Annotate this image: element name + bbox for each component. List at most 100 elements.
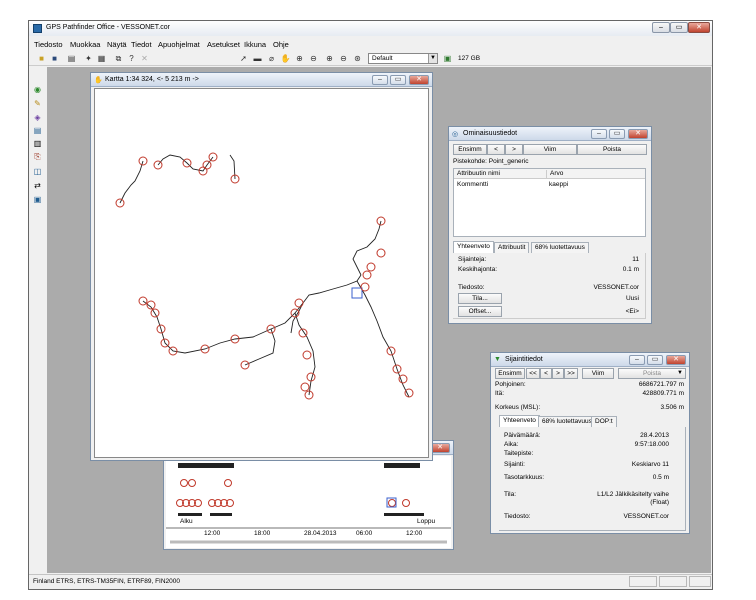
pos-next-button[interactable]: > [552,368,564,379]
pos-delete-button[interactable]: Poista ▼ [618,368,686,379]
timeline-bar [210,513,232,516]
timeline-tick: 18:00 [254,530,271,537]
print-icon[interactable]: ▤ [66,53,77,64]
position-window[interactable]: Sijaintitiedot ▼ – ▭ ✕ Ensimm << < > >> … [490,352,690,534]
pos-first-button[interactable]: Ensimm [495,368,525,379]
app-minimize-button[interactable]: – [652,22,670,33]
menu-tiedosto[interactable]: Tiedosto [34,40,63,49]
pos-height-value: 3.506 m [660,404,685,411]
map-minimize-button[interactable]: – [372,75,388,85]
timeline-close-button[interactable]: ✕ [430,443,450,453]
timeline-tick: 12:00 [406,530,423,537]
map-window[interactable]: Kartta 1:34 324, <- 5 213 m -> ✋ – ▭ ✕ [90,72,433,461]
attr-offset-button[interactable]: Offset... [458,306,502,317]
attr-close-button[interactable]: ✕ [628,129,648,139]
zoom-extent-icon[interactable]: ⊛ [352,53,363,64]
open-folder-icon[interactable]: ■ [36,53,47,64]
pos-state-value-1: L1/L2 Jälkikäsitelty vaihe [597,491,669,498]
pos-file-value: VESSONET.cor [623,513,669,520]
menu-nayta[interactable]: Näytä [107,40,127,49]
status-coordinate-system: Finland ETRS, ETRS-TM35FIN, ETRF89, FIN2… [33,578,181,585]
measure-icon[interactable]: ▬ [252,53,263,64]
timeline-bar [384,463,420,468]
timeline-icon[interactable]: ▥ [32,138,43,149]
attr-row-name[interactable]: Kommentti [457,181,488,189]
export-icon[interactable]: ⎘ [32,151,43,162]
map-canvas[interactable] [94,88,429,458]
pos-endpoint-label: Taitepiste: [504,450,534,457]
grid-icon[interactable]: ▦ [96,53,107,64]
attribute-window[interactable]: Ominaisuustiedot ◎ – ▭ ✕ Ensimm < > Viim… [448,126,652,324]
attr-status-button[interactable]: Tila... [458,293,502,304]
disabled-tool-icon: ✕ [141,54,148,63]
pos-position-value: Keskiarvo 11 [631,461,669,468]
map-close-button[interactable]: ✕ [409,75,429,85]
attr-maximize-button[interactable]: ▭ [609,129,625,139]
zoom-out-icon[interactable]: ⊖ [308,53,319,64]
position-icon[interactable]: ◈ [32,112,43,123]
map-window-icon: ✋ [94,77,103,84]
attr-first-button[interactable]: Ensimm [453,144,487,155]
wizard-icon[interactable]: ✦ [83,53,94,64]
app-close-button[interactable]: ✕ [688,22,710,33]
timeline-end-label: Loppu [417,518,436,525]
gps-icon[interactable]: ◉ [32,84,43,95]
eraser-icon[interactable]: ⌀ [266,53,277,64]
pos-tab-summary[interactable]: Yhteenveto [499,415,540,427]
attr-col-value: Arvo [546,170,563,178]
pan-hand-icon[interactable]: ✋ [280,53,291,64]
selected-point [351,287,363,299]
disk-icon: ▣ [443,54,452,63]
attr-delete-button[interactable]: Poista [577,144,647,155]
layers-icon[interactable]: ⧉ [113,53,124,64]
menu-tiedot[interactable]: Tiedot [131,40,152,49]
attr-prev-button[interactable]: < [487,144,505,155]
map-maximize-button[interactable]: ▭ [390,75,406,85]
pos-north-value: 6686721.797 m [638,381,684,388]
pos-state-value-2: (Float) [650,499,669,506]
pos-tab-confidence[interactable]: 68% luotettavuus [538,416,596,427]
attr-next-button[interactable]: > [505,144,523,155]
zoom-in-icon[interactable]: ⊕ [294,53,305,64]
pos-forward-button[interactable]: >> [564,368,578,379]
data-transfer-icon[interactable]: ⇄ [32,180,43,191]
differential-icon[interactable]: ▣ [32,194,43,205]
pos-prev-button[interactable]: < [540,368,552,379]
menu-muokkaa[interactable]: Muokkaa [70,40,100,49]
select-arrow-icon[interactable]: ➚ [238,53,249,64]
app-maximize-button[interactable]: ▭ [670,22,688,33]
style-select[interactable]: Default ▼ [368,53,438,64]
menu-asetukset[interactable]: Asetukset [207,40,240,49]
help-pointer-icon[interactable]: ? [126,53,137,64]
attr-row-value[interactable]: kaeppi [549,181,568,189]
import-icon[interactable]: ◫ [32,166,43,177]
menu-ikkuna[interactable]: Ikkuna [244,40,266,49]
pos-close-button[interactable]: ✕ [666,355,686,365]
properties-icon[interactable]: ▤ [32,125,43,136]
pos-rewind-button[interactable]: << [526,368,540,379]
pos-state-label: Tila: [504,491,517,498]
timeline-start-label: Alku [180,518,193,525]
zoom-previous-icon[interactable]: ⊖ [338,53,349,64]
zoom-window-icon[interactable]: ⊕ [324,53,335,64]
menu-apuohjelmat[interactable]: Apuohjelmat [158,40,200,49]
timeline-canvas[interactable]: Alku Loppu 12:00 18:00 28.04.2013 06:00 … [166,456,451,548]
attr-minimize-button[interactable]: – [591,129,607,139]
attr-tab-attributes[interactable]: Attribuutit [494,242,530,253]
menu-ohje[interactable]: Ohje [273,40,289,49]
feature-icon[interactable]: ✎ [32,98,43,109]
pos-file-label: Tiedosto: [504,513,531,520]
attr-deviation-label: Keskihajonta: [458,266,498,273]
pos-tab-dop[interactable]: DOP:t [591,416,617,427]
status-panel [629,576,657,587]
save-icon[interactable]: ■ [49,53,60,64]
attr-positions-label: Sijainteja: [458,256,487,263]
pos-minimize-button[interactable]: – [629,355,645,365]
attr-table[interactable]: Attribuutin nimi Arvo Kommentti kaeppi [453,168,646,237]
pos-last-button[interactable]: Viim [582,368,614,379]
attr-tab-summary[interactable]: Yhteenveto [453,241,494,253]
pos-maximize-button[interactable]: ▭ [647,355,663,365]
attr-tab-confidence[interactable]: 68% luotettavuus [531,242,589,253]
attr-last-button[interactable]: Viim [523,144,577,155]
attr-offset-value: <Ei> [625,308,639,315]
